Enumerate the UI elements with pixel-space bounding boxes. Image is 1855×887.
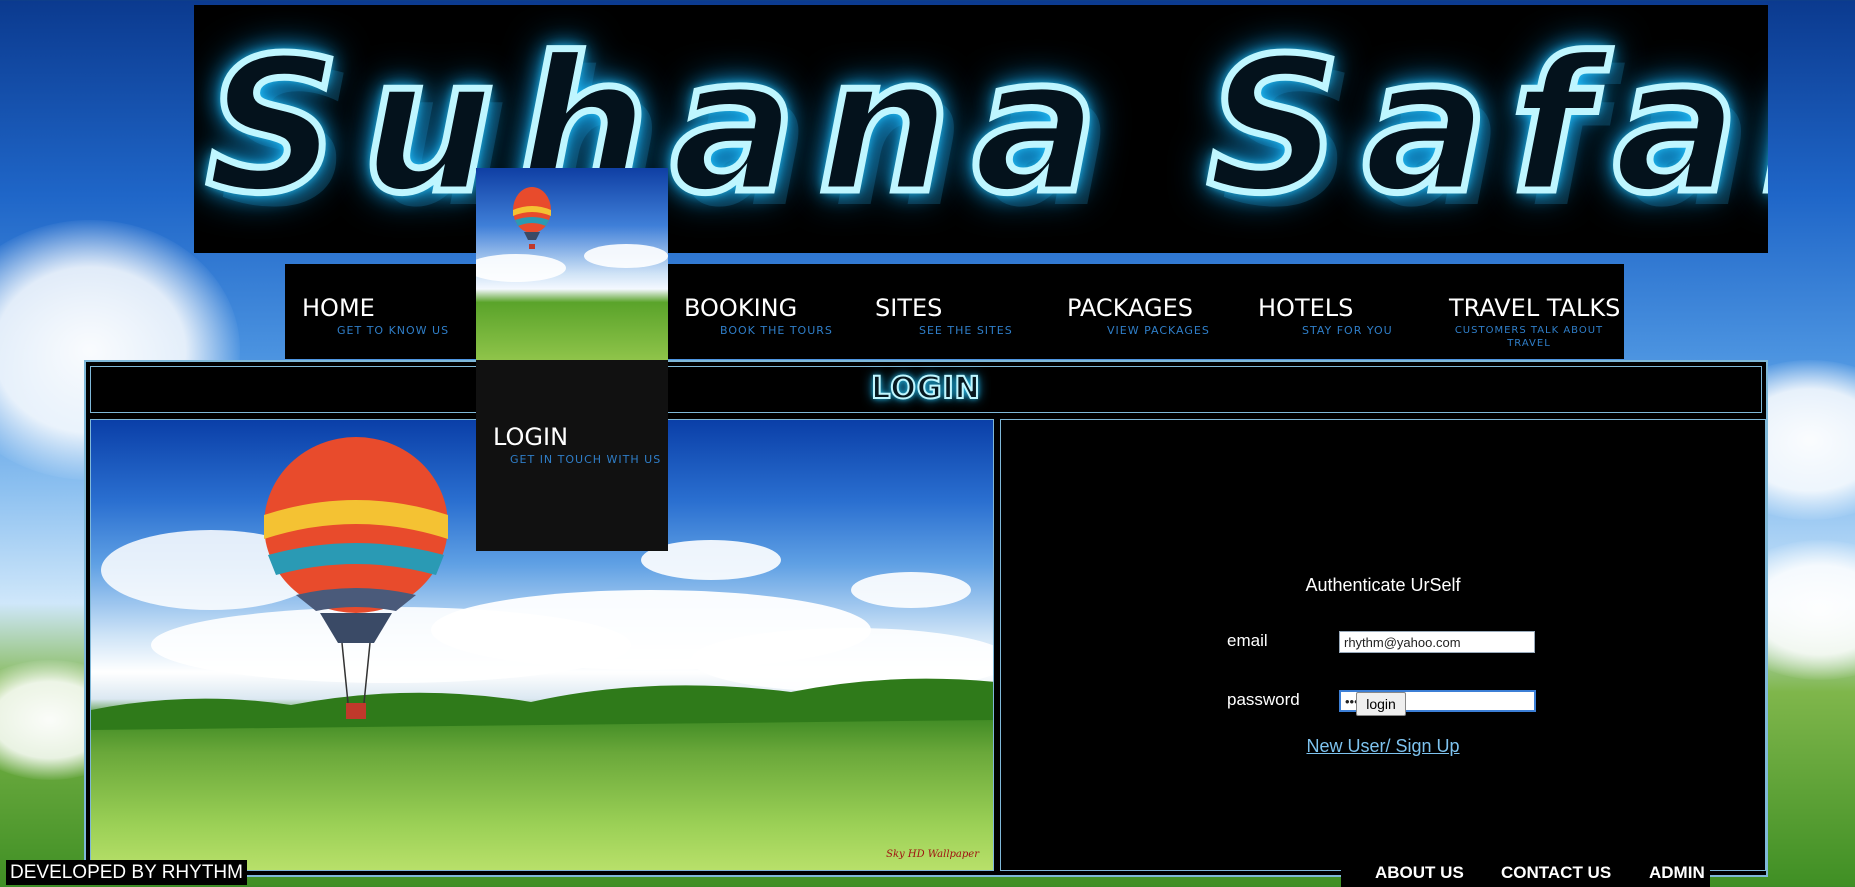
nav-item-home[interactable]: HOME GET TO KNOW US (302, 294, 449, 356)
nav-item-label: HOME (302, 294, 375, 322)
nav-item-packages[interactable]: PACKAGES VIEW PACKAGES (1067, 294, 1210, 356)
nav-item-subtitle: SEE THE SITES (919, 324, 1013, 337)
nav-item-hotels[interactable]: HOTELS STAY FOR YOU (1258, 294, 1393, 356)
login-form-panel: Authenticate UrSelf email password login… (1000, 419, 1766, 871)
nav-item-login[interactable]: LOGIN GET IN TOUCH WITH US (493, 423, 661, 485)
nav-item-booking[interactable]: BOOKING BOOK THE TOURS (684, 294, 833, 356)
nav-dropdown-menu: LOGIN GET IN TOUCH WITH US (476, 168, 668, 551)
email-label: email (1227, 631, 1268, 650)
footer-link-contact-us[interactable]: CONTACT US (1501, 863, 1611, 883)
footer-link-about-us[interactable]: ABOUT US (1375, 863, 1464, 883)
nav-item-label: SITES (875, 294, 943, 322)
nav-item-label: BOOKING (684, 294, 798, 322)
nav-item-label: LOGIN (493, 423, 569, 451)
nav-item-subtitle: GET TO KNOW US (337, 324, 450, 337)
nav-item-subtitle: CUSTOMERS TALK ABOUT TRAVEL (1454, 325, 1604, 349)
nav-item-sites[interactable]: SITES SEE THE SITES (875, 294, 1013, 356)
signup-link[interactable]: New User/ Sign Up (1001, 736, 1765, 757)
site-banner: Suhana Safar (194, 5, 1768, 253)
balloon-thumbnail (476, 168, 668, 360)
nav-item-travel-talks[interactable]: TRAVEL TALKS CUSTOMERS TALK ABOUT TRAVEL (1449, 294, 1621, 356)
nav-item-label: TRAVEL TALKS (1449, 294, 1621, 322)
nav-item-subtitle: STAY FOR YOU (1302, 324, 1393, 337)
nav-item-subtitle: VIEW PACKAGES (1107, 324, 1210, 337)
login-button[interactable]: login (1356, 692, 1406, 716)
email-field[interactable] (1339, 631, 1535, 653)
login-title-bar: LOGIN (90, 366, 1762, 413)
nav-item-subtitle: GET IN TOUCH WITH US (510, 453, 662, 466)
photo-watermark: Sky HD Wallpaper (886, 849, 979, 860)
nav-item-subtitle: BOOK THE TOURS (720, 324, 833, 337)
footer-links: ABOUT US CONTACT US ADMIN (1341, 860, 1710, 887)
password-label: password (1227, 690, 1300, 709)
site-logo-title: Suhana Safar (203, 14, 1768, 238)
nav-item-label: PACKAGES (1067, 294, 1193, 322)
developer-credit: DEVELOPED BY RHYTHM (6, 860, 247, 885)
page-title: LOGIN (870, 370, 981, 407)
content-frame: LOGIN Sky HD Wallpaper Authenticate UrSe… (84, 360, 1768, 877)
footer-link-admin[interactable]: ADMIN (1649, 863, 1705, 883)
nav-item-label: HOTELS (1258, 294, 1354, 322)
form-heading: Authenticate UrSelf (1305, 575, 1461, 595)
